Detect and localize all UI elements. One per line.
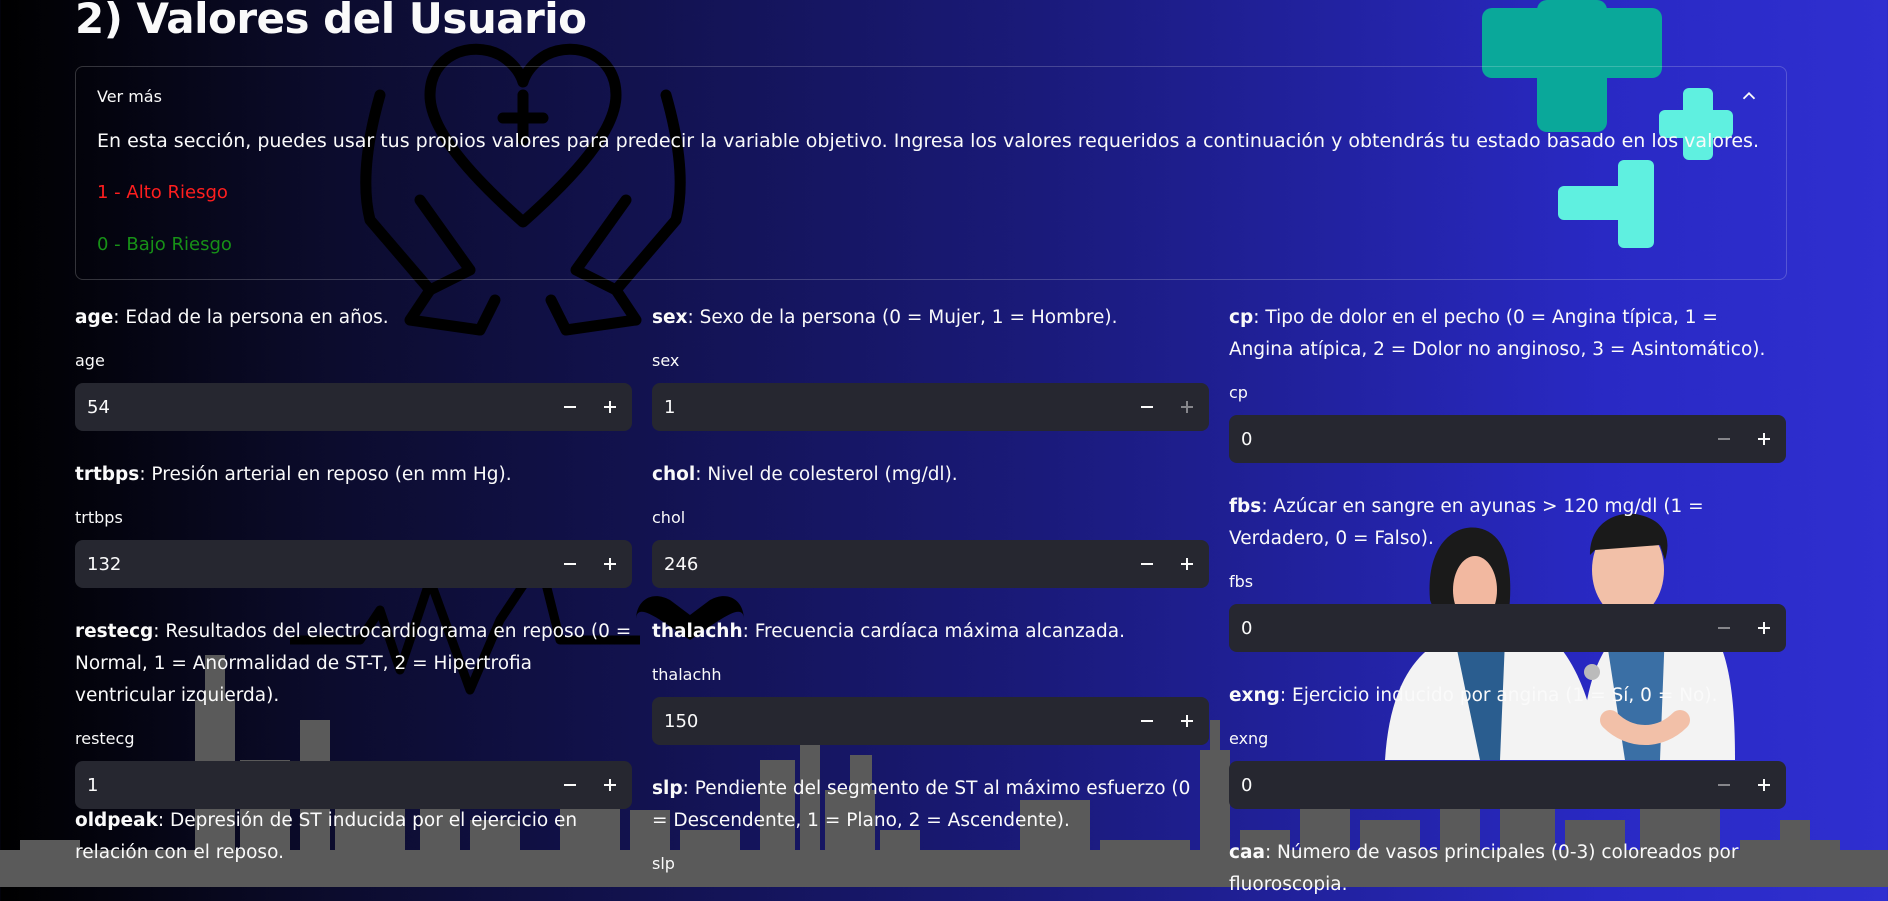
number-input-cp	[1229, 415, 1786, 463]
field-description-trtbps: trtbps: Presión arterial en reposo (en m…	[75, 464, 512, 485]
column-1: age: Edad de la persona en años. age	[75, 302, 632, 431]
decrement-button-age[interactable]	[550, 383, 590, 431]
plus-icon	[1181, 715, 1193, 727]
decrement-button-chol[interactable]	[1127, 540, 1167, 588]
field-description-thalachh: thalachh: Frecuencia cardíaca máxima alc…	[652, 621, 1125, 642]
decrement-button-sex[interactable]	[1127, 383, 1167, 431]
field-description-cp: cp: Tipo de dolor en el pecho (0 = Angin…	[1229, 307, 1766, 360]
number-input-fbs	[1229, 604, 1786, 652]
decrement-button-trtbps[interactable]	[550, 540, 590, 588]
age-input[interactable]	[75, 383, 495, 431]
increment-button-sex[interactable]	[1167, 383, 1207, 431]
minus-icon	[1141, 563, 1153, 565]
field-description-oldpeak: oldpeak: Depresión de ST inducida por el…	[75, 810, 578, 863]
chevron-up-icon[interactable]	[1738, 85, 1760, 107]
number-input-chol	[652, 540, 1209, 588]
minus-icon	[1718, 784, 1730, 786]
expander-header[interactable]: Ver más	[97, 87, 162, 106]
plus-icon	[1181, 558, 1193, 570]
high-risk-label: 1 - Alto Riesgo	[97, 182, 228, 203]
input-label-slp: slp	[652, 854, 675, 873]
input-label-age: age	[75, 351, 105, 370]
input-label-chol: chol	[652, 508, 686, 527]
increment-button-fbs[interactable]	[1744, 604, 1784, 652]
increment-button-trtbps[interactable]	[590, 540, 630, 588]
field-description-age: age: Edad de la persona en años.	[75, 307, 389, 328]
input-label-thalachh: thalachh	[652, 665, 722, 684]
increment-button-chol[interactable]	[1167, 540, 1207, 588]
plus-icon	[1181, 401, 1193, 413]
input-label-restecg: restecg	[75, 729, 135, 748]
number-input-age	[75, 383, 632, 431]
sex-input[interactable]	[652, 383, 1072, 431]
fbs-input[interactable]	[1229, 604, 1649, 652]
increment-button-thalachh[interactable]	[1167, 697, 1207, 745]
input-label-sex: sex	[652, 351, 680, 370]
plus-icon	[604, 558, 616, 570]
minus-icon	[1718, 438, 1730, 440]
number-input-exng	[1229, 761, 1786, 809]
number-input-trtbps	[75, 540, 632, 588]
plus-icon	[1758, 779, 1770, 791]
field-description-chol: chol: Nivel de colesterol (mg/dl).	[652, 464, 958, 485]
minus-icon	[564, 406, 576, 408]
increment-button-cp[interactable]	[1744, 415, 1784, 463]
increment-button-restecg[interactable]	[590, 761, 630, 809]
field-description-fbs: fbs: Azúcar en sangre en ayunas > 120 mg…	[1229, 496, 1704, 549]
expander-description: En esta sección, puedes usar tus propios…	[97, 130, 1759, 152]
minus-icon	[1141, 720, 1153, 722]
input-label-cp: cp	[1229, 383, 1248, 402]
info-expander[interactable]: Ver más En esta sección, puedes usar tus…	[75, 66, 1787, 280]
plus-icon	[1758, 433, 1770, 445]
low-risk-label: 0 - Bajo Riesgo	[97, 234, 232, 255]
field-description-sex: sex: Sexo de la persona (0 = Mujer, 1 = …	[652, 307, 1118, 328]
plus-icon	[1758, 622, 1770, 634]
column-2: sex: Sexo de la persona (0 = Mujer, 1 = …	[652, 302, 1209, 431]
number-input-sex	[652, 383, 1209, 431]
field-description-restecg: restecg: Resultados del electrocardiogra…	[75, 621, 632, 706]
exng-input[interactable]	[1229, 761, 1649, 809]
decrement-button-fbs[interactable]	[1704, 604, 1744, 652]
input-label-trtbps: trtbps	[75, 508, 123, 527]
cp-input[interactable]	[1229, 415, 1649, 463]
input-label-exng: exng	[1229, 729, 1269, 748]
increment-button-exng[interactable]	[1744, 761, 1784, 809]
field-description-slp: slp: Pendiente del segmento de ST al máx…	[652, 778, 1191, 831]
plus-icon	[604, 401, 616, 413]
minus-icon	[564, 784, 576, 786]
column-3: cp: Tipo de dolor en el pecho (0 = Angin…	[1229, 302, 1786, 463]
minus-icon	[1718, 627, 1730, 629]
decrement-button-exng[interactable]	[1704, 761, 1744, 809]
number-input-restecg	[75, 761, 632, 809]
input-label-fbs: fbs	[1229, 572, 1254, 591]
field-description-exng: exng: Ejercicio inducido por angina (1 =…	[1229, 685, 1718, 706]
restecg-input[interactable]	[75, 761, 495, 809]
thalachh-input[interactable]	[652, 697, 1072, 745]
minus-icon	[1141, 406, 1153, 408]
minus-icon	[564, 563, 576, 565]
field-description-caa: caa: Número de vasos principales (0-3) c…	[1229, 842, 1739, 895]
plus-icon	[604, 779, 616, 791]
page-title: 2) Valores del Usuario	[75, 0, 587, 43]
chol-input[interactable]	[652, 540, 1072, 588]
decrement-button-cp[interactable]	[1704, 415, 1744, 463]
decrement-button-restecg[interactable]	[550, 761, 590, 809]
trtbps-input[interactable]	[75, 540, 495, 588]
increment-button-age[interactable]	[590, 383, 630, 431]
number-input-thalachh	[652, 697, 1209, 745]
decrement-button-thalachh[interactable]	[1127, 697, 1167, 745]
